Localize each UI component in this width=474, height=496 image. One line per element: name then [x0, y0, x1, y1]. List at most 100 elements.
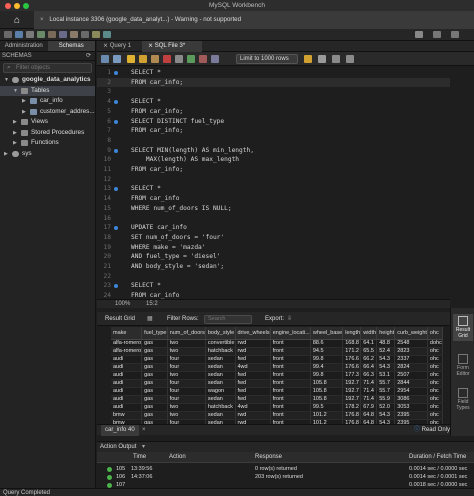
find-icon[interactable] — [318, 55, 326, 63]
table-cell[interactable]: two — [167, 347, 206, 356]
editor-line[interactable]: 8 — [97, 136, 450, 146]
table-cell[interactable]: 2954 — [394, 387, 428, 396]
column-header[interactable]: fuel_type — [141, 327, 168, 340]
table-cell[interactable]: 3086 — [394, 395, 428, 404]
editor-line[interactable]: 24 FROM car_info — [97, 291, 450, 299]
table-cell[interactable]: 2337 — [394, 355, 428, 364]
table-cell[interactable]: 94.5 — [310, 347, 344, 356]
table-cell[interactable]: four — [167, 395, 206, 404]
table-cell[interactable]: front — [270, 363, 311, 372]
wrap-lines-icon[interactable] — [346, 55, 354, 63]
table-row[interactable]: audi gas four sedan fwd front 105.8 192.7 71.4 55… — [111, 395, 443, 404]
editor-line[interactable]: 15 WHERE num_of_doors IS NULL; — [97, 204, 450, 214]
table-cell[interactable]: 105.8 — [310, 379, 344, 388]
commit-icon[interactable] — [187, 55, 195, 63]
table-cell[interactable]: 99.5 — [310, 403, 344, 412]
reconnect-icon[interactable] — [103, 31, 111, 38]
editor-line[interactable]: 2 FROM car_info; — [97, 77, 450, 88]
table-cell[interactable]: audi — [111, 379, 143, 388]
table-cell[interactable]: ohc — [427, 363, 443, 372]
table-row[interactable]: alfa-romero gas two hatchback rwd front 94.5 17… — [111, 347, 443, 356]
table-cell[interactable]: audi — [111, 371, 143, 380]
table-cell[interactable]: 3053 — [394, 403, 428, 412]
table-row[interactable]: audi gas four sedan fwd front 105.8 192.7 71.4 55… — [111, 379, 443, 388]
table-cell[interactable]: 2824 — [394, 363, 428, 372]
table-cell[interactable]: 105.8 — [310, 387, 344, 396]
editor-line[interactable]: 22 — [97, 272, 450, 282]
chevron-down-icon[interactable]: ▼ — [13, 86, 18, 97]
table-cell[interactable]: 52.0 — [376, 403, 396, 412]
tree-item-schema[interactable]: ▶ sys — [0, 149, 95, 160]
output-row[interactable]: 105 13:39:56 0 row(s) returned 0.0014 sec /… — [97, 465, 474, 473]
table-cell[interactable]: audi — [111, 363, 143, 372]
table-cell[interactable]: 101.2 — [310, 411, 344, 420]
save-file-icon[interactable] — [113, 55, 121, 63]
table-cell[interactable]: audi — [111, 387, 143, 396]
open-file-icon[interactable] — [101, 55, 109, 63]
table-cell[interactable]: gas — [141, 339, 168, 348]
table-cell[interactable]: 177.3 — [342, 371, 362, 380]
table-cell[interactable]: 171.2 — [342, 347, 362, 356]
table-cell[interactable]: 55.7 — [376, 387, 396, 396]
chevron-down-icon[interactable]: ▾ — [142, 444, 145, 450]
table-cell[interactable]: 55.7 — [376, 379, 396, 388]
close-tab-icon[interactable]: × — [40, 16, 44, 23]
table-cell[interactable]: 99.8 — [310, 371, 344, 380]
tree-item-table[interactable]: ▶ car_info — [0, 96, 95, 107]
table-cell[interactable]: four — [167, 363, 206, 372]
table-cell[interactable]: 192.7 — [342, 379, 362, 388]
toggle-continue-on-error-icon[interactable] — [175, 55, 183, 63]
chevron-right-icon[interactable]: ▶ — [22, 96, 26, 107]
table-cell[interactable]: 2548 — [394, 339, 428, 348]
chevron-right-icon[interactable]: ▶ — [4, 149, 8, 160]
column-header[interactable]: length — [342, 327, 362, 340]
column-header[interactable]: num_of_doors — [167, 327, 206, 340]
create-procedure-icon[interactable] — [70, 31, 78, 38]
explain-icon[interactable] — [151, 55, 159, 63]
table-cell[interactable]: front — [270, 395, 311, 404]
table-cell[interactable]: 178.2 — [342, 403, 362, 412]
table-cell[interactable]: fwd — [235, 379, 271, 388]
table-cell[interactable]: gas — [141, 363, 168, 372]
chevron-right-icon[interactable]: ▶ — [13, 138, 17, 149]
table-cell[interactable]: two — [167, 411, 206, 420]
table-row[interactable]: audi gas two hatchback 4wd front 99.5 178.2 67.9… — [111, 403, 443, 412]
table-row[interactable]: alfa-romero gas two convertible rwd front 88.6… — [111, 339, 443, 348]
result-grid-view-button[interactable]: Result Grid — [453, 314, 473, 341]
beautify-icon[interactable] — [304, 55, 312, 63]
table-cell[interactable]: 176.6 — [342, 363, 362, 372]
editor-line[interactable]: 5 FROM car_info; — [97, 107, 450, 117]
editor-line[interactable]: 3 — [97, 87, 450, 97]
invisible-chars-icon[interactable] — [332, 55, 340, 63]
column-header[interactable]: make — [111, 327, 143, 340]
table-cell[interactable]: audi — [111, 403, 143, 412]
table-cell[interactable]: alfa-romero — [111, 339, 143, 348]
column-header[interactable]: engine_locati... — [270, 327, 311, 340]
create-function-icon[interactable] — [81, 31, 89, 38]
autocommit-icon[interactable] — [211, 55, 219, 63]
table-cell[interactable]: front — [270, 355, 311, 364]
action-output-select[interactable]: Action Output — [100, 444, 136, 450]
toggle-output-icon[interactable] — [433, 31, 441, 38]
tab-schemas[interactable]: Schemas — [47, 41, 95, 51]
table-cell[interactable]: ohc — [427, 403, 443, 412]
zoom-window-button[interactable] — [23, 3, 29, 9]
table-cell[interactable]: rwd — [235, 339, 271, 348]
tree-item-folder[interactable]: ▶ Stored Procedures — [0, 128, 95, 139]
table-cell[interactable]: 54.3 — [376, 355, 396, 364]
editor-line[interactable]: 23 SELECT * — [97, 281, 450, 291]
table-cell[interactable]: 168.8 — [342, 339, 362, 348]
table-cell[interactable]: 99.4 — [310, 363, 344, 372]
table-cell[interactable]: convertible — [205, 339, 236, 348]
toggle-sidebar-icon[interactable] — [415, 31, 423, 38]
editor-line[interactable]: 11 FROM car_info; — [97, 165, 450, 175]
table-cell[interactable]: 99.8 — [310, 355, 344, 364]
close-tab-icon[interactable]: ⨯ — [103, 43, 110, 49]
editor-line[interactable]: 1 SELECT * — [97, 68, 450, 78]
editor-line[interactable]: 19 WHERE make = 'mazda' — [97, 243, 450, 253]
table-cell[interactable]: sedan — [205, 395, 236, 404]
table-cell[interactable]: ohc — [427, 355, 443, 364]
table-cell[interactable]: alfa-romero — [111, 347, 143, 356]
create-table-icon[interactable] — [48, 31, 56, 38]
filter-objects-input[interactable]: ⌕ Filter objects — [3, 63, 92, 73]
